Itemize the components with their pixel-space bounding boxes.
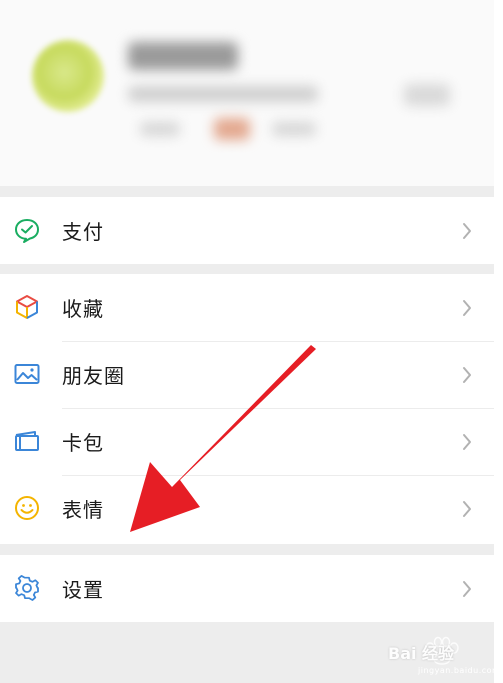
menu-item-settings[interactable]: 设置	[0, 555, 494, 622]
sticker-smile-icon	[15, 496, 39, 520]
profile-name-blurred	[128, 42, 238, 70]
menu-item-label: 设置	[62, 578, 104, 602]
menu-item-pay[interactable]: 支付	[0, 197, 494, 264]
moments-picture-icon	[14, 364, 40, 384]
menu-item-favorites[interactable]: 收藏	[0, 274, 494, 341]
chevron-right-icon	[463, 581, 471, 597]
profile-status-icon-blurred	[214, 118, 250, 140]
menu-item-label: 收藏	[62, 297, 104, 321]
me-page: 支付 收藏 朋友圈 卡包 表情 设置	[0, 0, 494, 683]
menu-item-label: 支付	[62, 220, 104, 244]
menu-item-moments[interactable]: 朋友圈	[0, 341, 494, 408]
qr-code-blurred[interactable]	[404, 84, 450, 106]
watermark-brand: Bai 经验	[388, 644, 455, 663]
right-edge-strip	[494, 0, 503, 683]
menu-group-main: 收藏 朋友圈 卡包 表情	[0, 274, 494, 544]
watermark-url: jingyan.baidu.com	[418, 666, 501, 675]
payment-icon	[15, 219, 39, 243]
profile-status-text-blurred	[272, 122, 316, 136]
chevron-right-icon	[463, 223, 471, 239]
favorites-cube-icon	[16, 295, 38, 319]
card-wallet-icon	[15, 431, 39, 451]
settings-gear-icon	[15, 575, 39, 601]
menu-item-label: 表情	[62, 498, 104, 522]
chevron-right-icon	[463, 434, 471, 450]
menu-group-settings: 设置	[0, 555, 494, 622]
menu-item-label: 卡包	[62, 431, 104, 455]
chevron-right-icon	[463, 300, 471, 316]
menu-item-stickers[interactable]: 表情	[0, 475, 494, 542]
menu-group-pay: 支付	[0, 197, 494, 264]
avatar[interactable]	[32, 40, 104, 112]
chevron-right-icon	[463, 367, 471, 383]
profile-header[interactable]	[0, 0, 494, 186]
menu-item-label: 朋友圈	[62, 364, 125, 388]
profile-id-blurred	[128, 86, 318, 102]
profile-status-blurred	[140, 122, 180, 136]
menu-item-card-wallet[interactable]: 卡包	[0, 408, 494, 475]
chevron-right-icon	[463, 501, 471, 517]
